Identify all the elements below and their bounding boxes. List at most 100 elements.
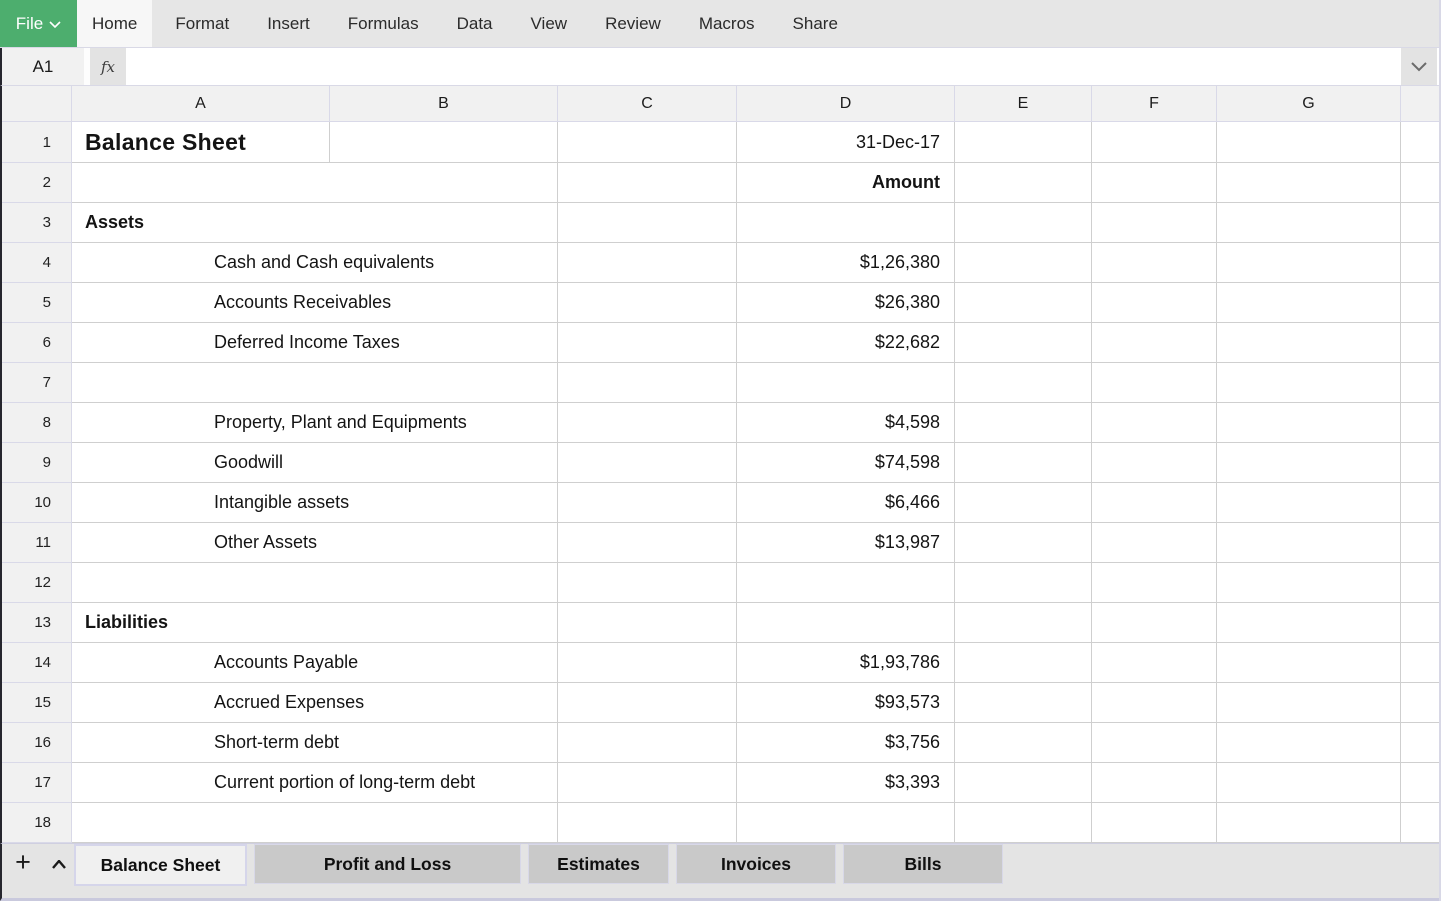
- column-header-d[interactable]: D: [737, 86, 955, 122]
- cell-F8[interactable]: [1092, 403, 1217, 443]
- cell-D15[interactable]: $93,573: [737, 683, 955, 723]
- cell-A15[interactable]: Accrued Expenses: [72, 683, 558, 723]
- cell-F2[interactable]: [1092, 163, 1217, 203]
- cell-G18[interactable]: [1217, 803, 1401, 843]
- cell-E5[interactable]: [955, 283, 1092, 323]
- cell-D13[interactable]: [737, 603, 955, 643]
- column-header-b[interactable]: B: [330, 86, 558, 122]
- row-header-8[interactable]: 8: [2, 403, 72, 443]
- cell-H18[interactable]: [1401, 803, 1439, 843]
- cell-reference-box[interactable]: A1: [2, 48, 90, 85]
- cell-A2[interactable]: [72, 163, 558, 203]
- cell-D8[interactable]: $4,598: [737, 403, 955, 443]
- cell-G15[interactable]: [1217, 683, 1401, 723]
- row-header-14[interactable]: 14: [2, 643, 72, 683]
- row-header-10[interactable]: 10: [2, 483, 72, 523]
- cell-B1[interactable]: [330, 122, 558, 163]
- sheet-tab-invoices[interactable]: Invoices: [676, 844, 836, 884]
- menu-item-home[interactable]: Home: [77, 0, 152, 47]
- cell-E12[interactable]: [955, 563, 1092, 603]
- cell-E16[interactable]: [955, 723, 1092, 763]
- row-header-1[interactable]: 1: [2, 122, 72, 163]
- cell-D3[interactable]: [737, 203, 955, 243]
- cell-F10[interactable]: [1092, 483, 1217, 523]
- cell-G14[interactable]: [1217, 643, 1401, 683]
- sheet-tab-balance-sheet[interactable]: Balance Sheet: [74, 844, 247, 886]
- row-header-4[interactable]: 4: [2, 243, 72, 283]
- cell-D4[interactable]: $1,26,380: [737, 243, 955, 283]
- cell-H2[interactable]: [1401, 163, 1439, 203]
- row-header-17[interactable]: 17: [2, 763, 72, 803]
- cell-C4[interactable]: [558, 243, 737, 283]
- cell-D7[interactable]: [737, 363, 955, 403]
- cell-A8[interactable]: Property, Plant and Equipments: [72, 403, 558, 443]
- column-header-e[interactable]: E: [955, 86, 1092, 122]
- cell-D1[interactable]: 31-Dec-17: [737, 122, 955, 163]
- menu-item-data[interactable]: Data: [442, 0, 508, 47]
- cell-G16[interactable]: [1217, 723, 1401, 763]
- cell-E18[interactable]: [955, 803, 1092, 843]
- cell-E8[interactable]: [955, 403, 1092, 443]
- cell-F17[interactable]: [1092, 763, 1217, 803]
- cell-C1[interactable]: [558, 122, 737, 163]
- cell-H3[interactable]: [1401, 203, 1439, 243]
- cell-F12[interactable]: [1092, 563, 1217, 603]
- file-menu-button[interactable]: File: [0, 0, 77, 47]
- cell-C9[interactable]: [558, 443, 737, 483]
- cell-E4[interactable]: [955, 243, 1092, 283]
- cell-C8[interactable]: [558, 403, 737, 443]
- cell-E6[interactable]: [955, 323, 1092, 363]
- cell-D16[interactable]: $3,756: [737, 723, 955, 763]
- cell-E17[interactable]: [955, 763, 1092, 803]
- column-header-f[interactable]: F: [1092, 86, 1217, 122]
- cell-A14[interactable]: Accounts Payable: [72, 643, 558, 683]
- cell-E1[interactable]: [955, 122, 1092, 163]
- cell-H7[interactable]: [1401, 363, 1439, 403]
- cell-C18[interactable]: [558, 803, 737, 843]
- cell-F11[interactable]: [1092, 523, 1217, 563]
- cell-H15[interactable]: [1401, 683, 1439, 723]
- cell-G10[interactable]: [1217, 483, 1401, 523]
- cell-H12[interactable]: [1401, 563, 1439, 603]
- cell-D12[interactable]: [737, 563, 955, 603]
- cell-G2[interactable]: [1217, 163, 1401, 203]
- column-header-h-partial[interactable]: [1401, 86, 1439, 122]
- column-header-a[interactable]: A: [72, 86, 330, 122]
- cell-D9[interactable]: $74,598: [737, 443, 955, 483]
- cell-H13[interactable]: [1401, 603, 1439, 643]
- cell-A4[interactable]: Cash and Cash equivalents: [72, 243, 558, 283]
- row-header-7[interactable]: 7: [2, 363, 72, 403]
- cell-A1[interactable]: Balance Sheet: [72, 122, 330, 163]
- cell-E11[interactable]: [955, 523, 1092, 563]
- cell-A13[interactable]: Liabilities: [72, 603, 558, 643]
- cell-C11[interactable]: [558, 523, 737, 563]
- row-header-6[interactable]: 6: [2, 323, 72, 363]
- cell-G8[interactable]: [1217, 403, 1401, 443]
- sheet-tab-profit-and-loss[interactable]: Profit and Loss: [254, 844, 521, 884]
- cell-E7[interactable]: [955, 363, 1092, 403]
- menu-item-formulas[interactable]: Formulas: [333, 0, 434, 47]
- row-header-13[interactable]: 13: [2, 603, 72, 643]
- row-header-11[interactable]: 11: [2, 523, 72, 563]
- cell-A17[interactable]: Current portion of long-term debt: [72, 763, 558, 803]
- cell-F4[interactable]: [1092, 243, 1217, 283]
- row-header-2[interactable]: 2: [2, 163, 72, 203]
- cell-D2[interactable]: Amount: [737, 163, 955, 203]
- cell-C2[interactable]: [558, 163, 737, 203]
- cell-G9[interactable]: [1217, 443, 1401, 483]
- cell-F13[interactable]: [1092, 603, 1217, 643]
- sheet-tab-bills[interactable]: Bills: [843, 844, 1003, 884]
- cell-C7[interactable]: [558, 363, 737, 403]
- cell-D17[interactable]: $3,393: [737, 763, 955, 803]
- menu-item-format[interactable]: Format: [160, 0, 244, 47]
- cell-H14[interactable]: [1401, 643, 1439, 683]
- cell-C3[interactable]: [558, 203, 737, 243]
- cell-F15[interactable]: [1092, 683, 1217, 723]
- cell-D6[interactable]: $22,682: [737, 323, 955, 363]
- cell-D11[interactable]: $13,987: [737, 523, 955, 563]
- menu-item-insert[interactable]: Insert: [252, 0, 325, 47]
- cell-E10[interactable]: [955, 483, 1092, 523]
- cell-F16[interactable]: [1092, 723, 1217, 763]
- column-header-c[interactable]: C: [558, 86, 737, 122]
- row-header-18[interactable]: 18: [2, 803, 72, 843]
